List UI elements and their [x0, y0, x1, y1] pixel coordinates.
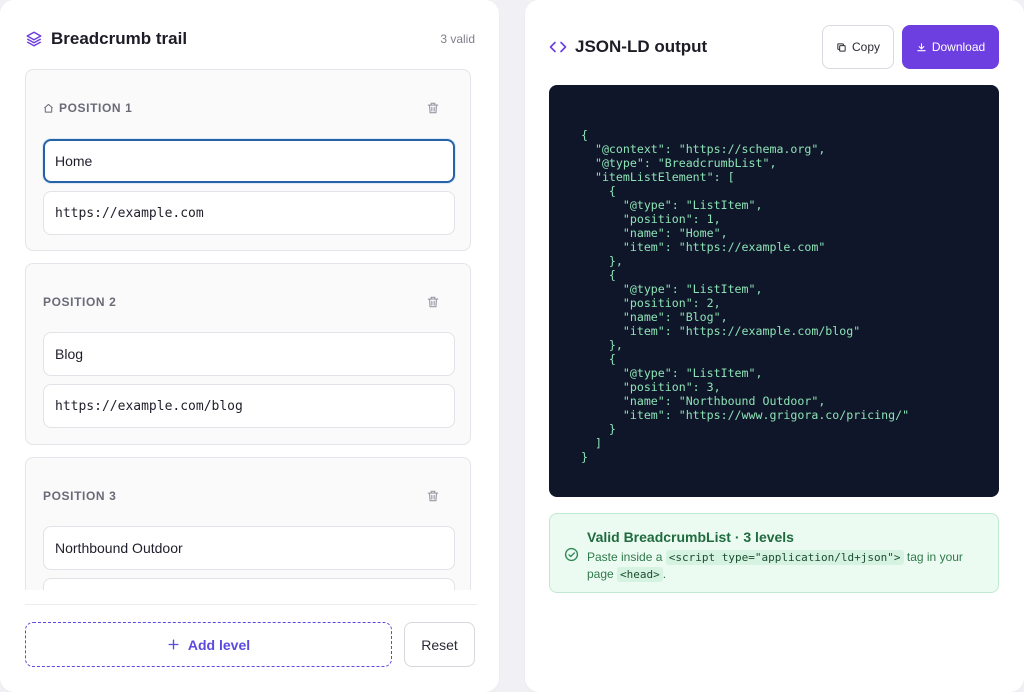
breadcrumb-list[interactable]: POSITION 1 POSITION 2 POSITION 3 — [25, 69, 471, 590]
head-tag-snippet: <head> — [617, 567, 663, 582]
url-input[interactable] — [43, 191, 455, 235]
breadcrumb-trail-header: Breadcrumb trail — [25, 29, 187, 49]
add-level-button[interactable]: Add level — [25, 622, 392, 667]
download-icon — [917, 42, 926, 51]
panel-title: Breadcrumb trail — [51, 29, 188, 48]
position-label: POSITION 2 — [43, 295, 117, 309]
validation-status-box: Valid BreadcrumbList · 3 levels Paste in… — [549, 513, 999, 593]
breadcrumb-item-2: POSITION 2 — [25, 263, 471, 445]
valid-count-badge: 3 valid — [440, 32, 475, 46]
position-label: POSITION 1 — [43, 101, 132, 115]
url-input[interactable] — [43, 578, 455, 590]
breadcrumb-item-1: POSITION 1 — [25, 69, 471, 251]
code-brackets-icon — [549, 41, 567, 53]
output-header: JSON-LD output — [549, 37, 707, 57]
position-label: POSITION 3 — [43, 489, 117, 503]
trash-icon[interactable] — [426, 101, 440, 115]
json-ld-code-block[interactable]: { "@context": "https://schema.org", "@ty… — [549, 85, 999, 497]
plus-icon — [168, 639, 179, 650]
breadcrumb-item-3: POSITION 3 — [25, 457, 471, 590]
script-tag-snippet: <script type="application/ld+json"> — [665, 550, 904, 565]
copy-icon — [837, 42, 846, 52]
validation-title: Valid BreadcrumbList · 3 levels — [587, 529, 794, 545]
json-ld-code: { "@context": "https://schema.org", "@ty… — [581, 128, 910, 464]
reset-button[interactable]: Reset — [404, 622, 475, 667]
trash-icon[interactable] — [426, 295, 440, 309]
layers-icon — [26, 31, 42, 47]
output-title: JSON-LD output — [575, 37, 708, 56]
name-input[interactable] — [43, 139, 455, 183]
check-circle-icon — [564, 547, 579, 562]
copy-button[interactable]: Copy — [822, 25, 894, 69]
breadcrumb-editor-panel: Breadcrumb trail 3 valid POSITION 1 POSI… — [0, 0, 499, 692]
name-input[interactable] — [43, 526, 455, 570]
url-input[interactable] — [43, 384, 455, 428]
name-input[interactable] — [43, 332, 455, 376]
home-icon — [44, 103, 53, 113]
footer-divider — [25, 604, 477, 605]
download-button[interactable]: Download — [902, 25, 999, 69]
trash-icon[interactable] — [426, 489, 440, 503]
validation-message: Paste inside a <script type="application… — [587, 550, 963, 582]
json-ld-output-panel: JSON-LD output Copy Download { "@context… — [525, 0, 1024, 692]
